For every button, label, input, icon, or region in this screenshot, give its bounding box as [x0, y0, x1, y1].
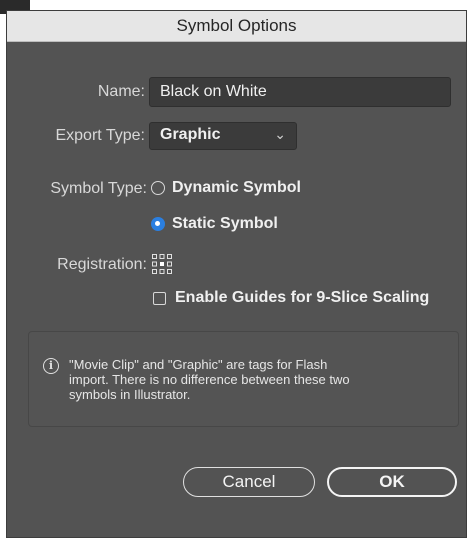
radio-static-label: Static Symbol [172, 215, 278, 232]
export-type-value: Graphic [160, 126, 221, 143]
nine-slice-label: Enable Guides for 9-Slice Scaling [175, 289, 430, 306]
radio-dynamic-symbol[interactable]: Dynamic Symbol [151, 179, 301, 197]
checkbox-icon [153, 291, 166, 305]
dialog-title: Symbol Options [7, 11, 466, 42]
info-panel: i "Movie Clip" and "Graphic" are tags fo… [28, 331, 459, 427]
registration-label: Registration: [57, 256, 147, 273]
symbol-options-dialog: Symbol Options Name: Black on White Expo… [6, 10, 467, 538]
ok-button[interactable]: OK [327, 467, 457, 497]
chevron-down-icon: ⌄ [274, 126, 286, 142]
export-type-select[interactable]: Graphic ⌄ [149, 122, 297, 150]
radio-button-icon [151, 181, 165, 195]
nine-slice-checkbox[interactable]: Enable Guides for 9-Slice Scaling [153, 289, 429, 307]
info-icon: i [43, 358, 59, 374]
registration-grid-icon[interactable] [151, 253, 173, 275]
radio-button-selected-icon [151, 217, 165, 231]
name-input[interactable]: Black on White [149, 77, 451, 107]
symbol-type-label: Symbol Type: [50, 180, 147, 197]
export-type-label: Export Type: [55, 127, 145, 144]
radio-static-symbol[interactable]: Static Symbol [151, 215, 278, 233]
info-text: "Movie Clip" and "Graphic" are tags for … [69, 357, 350, 402]
cancel-button[interactable]: Cancel [183, 467, 315, 497]
name-label: Name: [97, 83, 145, 100]
radio-dynamic-label: Dynamic Symbol [172, 179, 301, 196]
